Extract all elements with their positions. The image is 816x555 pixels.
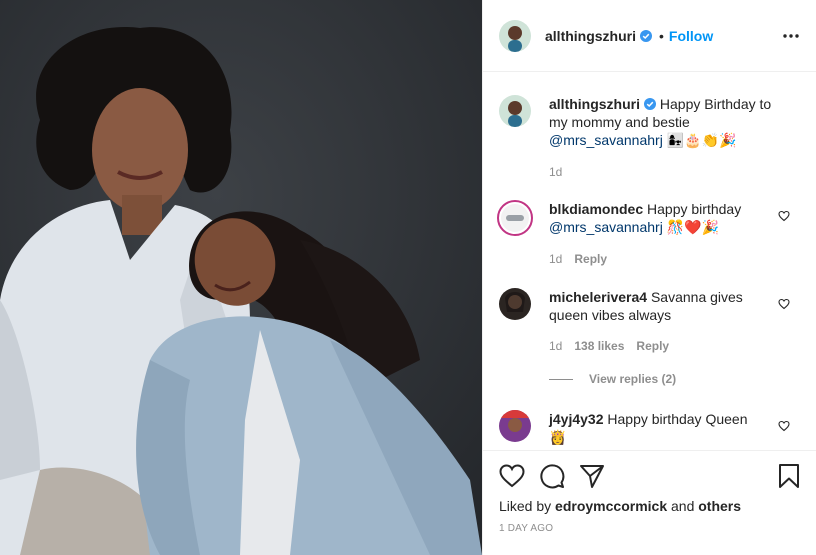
view-replies-button[interactable]: View replies (2) — [549, 372, 676, 386]
comment-text: Happy birthday — [647, 201, 742, 217]
comment-likes[interactable]: 138 likes — [574, 339, 624, 353]
view-replies-label: View replies (2) — [589, 372, 677, 386]
like-comment-heart-icon[interactable] — [778, 210, 790, 222]
comment-meta: 1d Reply — [549, 250, 781, 268]
post-side-panel: allthingszhuri • Follow allthingszhuri H… — [482, 0, 816, 555]
caption-username[interactable]: allthingszhuri — [549, 96, 640, 112]
avatar-image — [499, 410, 531, 442]
share-paper-plane-icon[interactable] — [579, 463, 605, 489]
comment-username[interactable]: blkdiamondec — [549, 201, 643, 217]
avatar-image — [499, 288, 531, 320]
caption-mention[interactable]: @mrs_savannahrj — [549, 132, 663, 148]
comment-body: j4yj4y32 Happy birthday Queen 👸 — [549, 410, 781, 447]
like-comment-heart-icon[interactable] — [778, 420, 790, 432]
avatar-image — [499, 95, 531, 127]
liked-by-prefix: Liked by — [499, 498, 552, 514]
author-username[interactable]: allthingszhuri — [545, 28, 636, 44]
comment-item: j4yj4y32 Happy birthday Queen 👸 — [499, 410, 800, 447]
liked-by-others[interactable]: others — [698, 498, 741, 514]
comment-emojis: 🎊❤️🎉 — [666, 220, 719, 236]
verified-badge-icon — [640, 29, 652, 42]
more-options-icon[interactable] — [782, 27, 800, 45]
liked-by-and: and — [671, 498, 695, 514]
like-heart-icon[interactable] — [499, 463, 525, 489]
photo-illustration — [0, 0, 482, 555]
comment-username[interactable]: j4yj4y32 — [549, 411, 604, 427]
author-avatar[interactable] — [499, 19, 531, 52]
caption-emojis: 👩‍👧🎂👏🎉 — [666, 133, 737, 149]
liked-by-user[interactable]: edroymccormick — [555, 498, 667, 514]
liked-by-summary: Liked by edroymccormick and others — [499, 498, 741, 514]
instagram-post: allthingszhuri • Follow allthingszhuri H… — [0, 0, 816, 555]
reply-button[interactable]: Reply — [574, 252, 607, 266]
follow-button[interactable]: Follow — [669, 28, 713, 44]
caption-meta: 1d — [549, 163, 781, 181]
comment-item: michelerivera4 Savanna gives queen vibes… — [499, 288, 800, 355]
caption-time[interactable]: 1d — [549, 165, 562, 179]
comment-item: blkdiamondec Happy birthday @mrs_savanna… — [497, 200, 800, 268]
post-timestamp[interactable]: 1 DAY AGO — [499, 523, 553, 534]
like-comment-heart-icon[interactable] — [778, 298, 790, 310]
commenter-avatar[interactable] — [499, 288, 531, 320]
separator-dot: • — [659, 27, 664, 44]
comment-time[interactable]: 1d — [549, 252, 562, 266]
comment-mention[interactable]: @mrs_savannahrj — [549, 219, 663, 235]
commenter-avatar-story-ring[interactable] — [497, 200, 533, 236]
avatar-image — [501, 204, 529, 232]
post-actions: Liked by edroymccormick and others 1 DAY… — [483, 450, 816, 555]
comment-body: blkdiamondec Happy birthday @mrs_savanna… — [549, 200, 781, 268]
view-replies-line — [549, 378, 573, 380]
caption-body: allthingszhuri Happy Birthday to my momm… — [549, 95, 781, 181]
caption: allthingszhuri Happy Birthday to my momm… — [499, 95, 800, 181]
save-bookmark-icon[interactable] — [776, 463, 802, 489]
comment-time[interactable]: 1d — [549, 339, 562, 353]
comment-bubble-icon[interactable] — [539, 463, 565, 489]
comments-list[interactable]: allthingszhuri Happy Birthday to my momm… — [483, 72, 816, 450]
post-photo[interactable] — [0, 0, 482, 555]
comment-body: michelerivera4 Savanna gives queen vibes… — [549, 288, 781, 355]
reply-button[interactable]: Reply — [636, 339, 669, 353]
comment-meta: 1d 138 likes Reply — [549, 337, 781, 355]
comment-text: Happy birthday Queen — [607, 411, 748, 427]
commenter-avatar[interactable] — [499, 410, 531, 442]
comment-emojis: 👸 — [549, 430, 567, 446]
action-icons — [499, 463, 802, 489]
verified-badge-icon — [644, 98, 656, 110]
post-header: allthingszhuri • Follow — [483, 0, 816, 72]
avatar-image — [499, 19, 531, 52]
caption-avatar[interactable] — [499, 95, 531, 127]
comment-username[interactable]: michelerivera4 — [549, 289, 647, 305]
